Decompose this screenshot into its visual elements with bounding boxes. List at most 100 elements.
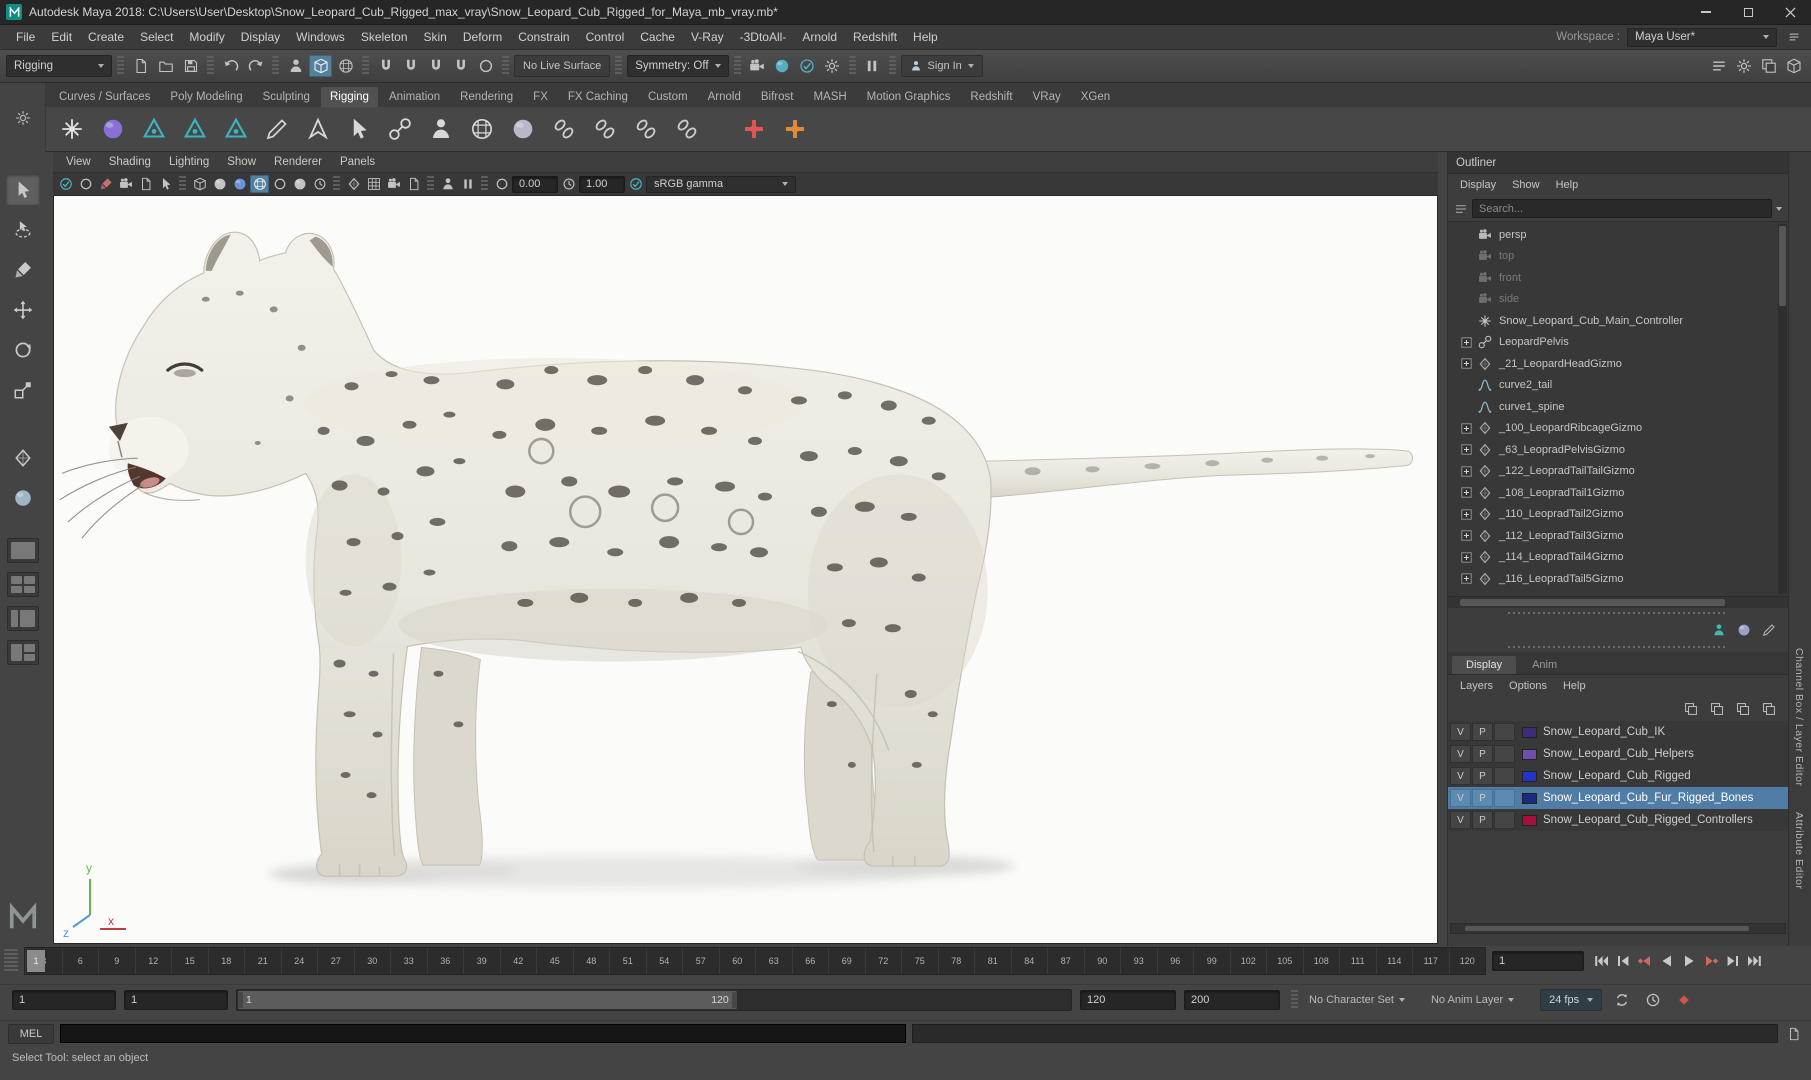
toolbar-group-collapse[interactable] [615,56,623,76]
range-end-handle[interactable] [731,991,737,1008]
scale-tool[interactable] [6,374,40,405]
layout-two-pane-button[interactable] [7,606,39,631]
toolbar-group-collapse[interactable] [207,56,214,76]
command-result-field[interactable] [912,1024,1778,1043]
snap-to-point-icon[interactable] [424,55,447,77]
menu-skeleton[interactable]: Skeleton [353,25,416,49]
use-all-lights-icon[interactable] [250,175,269,193]
soft-modification-tool[interactable] [6,482,40,513]
edit-pencil-icon[interactable] [1759,621,1778,639]
create-locator-icon[interactable] [54,111,90,147]
step-forward-frame-button[interactable] [1722,950,1744,972]
insert-joint-icon[interactable] [259,111,295,147]
play-forwards-button[interactable] [1678,950,1700,972]
layer-playback-toggle[interactable]: P [1472,745,1493,763]
lasso-tool[interactable] [6,214,40,245]
outliner-item-side[interactable]: side [1448,289,1788,311]
viewport-menu-lighting[interactable]: Lighting [160,156,218,168]
menu-edit[interactable]: Edit [43,25,80,49]
outliner-list-icon[interactable] [1454,202,1468,216]
snap-to-curve-icon[interactable] [399,55,422,77]
layer-visibility-toggle[interactable]: V [1450,811,1471,829]
ipr-render-icon[interactable] [771,55,794,77]
current-time-marker[interactable]: 1 [27,950,45,972]
layer-visibility-toggle[interactable]: V [1450,723,1471,741]
viewport-menu-show[interactable]: Show [218,156,265,168]
toolbar-group-collapse[interactable] [362,56,369,76]
layer-row-ik[interactable]: V P Snow_Leopard_Cub_IK [1448,721,1788,743]
layer-menu-options[interactable]: Options [1501,680,1555,692]
animation-end-field[interactable]: 200 [1184,989,1280,1010]
shelf-tab-motion-graphics[interactable]: Motion Graphics [858,87,960,107]
expand-toggle-icon[interactable] [1460,486,1473,499]
expand-toggle-icon[interactable] [1460,529,1473,542]
layer-menu-layers[interactable]: Layers [1452,680,1501,692]
channel-box-toggle-icon[interactable] [1757,55,1780,77]
playback-end-field[interactable]: 120 [1080,989,1176,1010]
layer-playback-toggle[interactable]: P [1472,789,1493,807]
go-to-start-button[interactable] [1590,950,1612,972]
layer-visibility-toggle[interactable]: V [1450,767,1471,785]
exposure-field[interactable]: 0.00 [512,175,558,193]
menu-windows[interactable]: Windows [288,25,353,49]
layer-display-type-cell[interactable] [1494,811,1515,829]
isolate-select-icon[interactable] [344,175,363,193]
menu-set-dropdown[interactable]: Rigging [6,55,112,77]
smooth-bind-icon[interactable] [95,111,131,147]
layer-color-swatch[interactable] [1522,770,1537,782]
outliner-item-tail4-gizmo[interactable]: _114_LeopradTail4Gizmo [1448,547,1788,569]
workspace-dropdown[interactable]: Maya User* [1627,27,1777,47]
tool-settings-toggle-icon[interactable] [1732,55,1755,77]
select-hierarchy-icon[interactable] [284,55,307,77]
shaded-icon[interactable] [210,175,229,193]
outliner-item-leopard-pelvis[interactable]: LeopardPelvis [1448,332,1788,354]
humanik-icon[interactable] [1709,621,1728,639]
command-language-toggle[interactable]: MEL [8,1023,54,1044]
layer-display-type-cell[interactable] [1494,789,1515,807]
bookmarks-icon[interactable] [116,175,135,193]
ik-handle-icon[interactable] [300,111,336,147]
play-backwards-button[interactable] [1656,950,1678,972]
rotate-tool[interactable] [6,334,40,365]
time-slider[interactable]: 1 36912151821242730 33363942454851545760… [24,947,1486,975]
outliner-item-head-gizmo[interactable]: _21_LeopardHeadGizmo [1448,353,1788,375]
character-set-selector[interactable]: No Character Set [1309,994,1405,1006]
outliner-item-curve2-tail[interactable]: curve2_tail [1448,375,1788,397]
layer-color-swatch[interactable] [1522,726,1537,738]
toolbar-group-collapse[interactable] [888,56,896,76]
minimize-button[interactable] [1685,0,1727,24]
shelf-tab-redshift[interactable]: Redshift [961,87,1021,107]
select-component-icon[interactable] [334,55,357,77]
outliner-item-front[interactable]: front [1448,267,1788,289]
layer-display-type-cell[interactable] [1494,767,1515,785]
outliner-item-tail2-gizmo[interactable]: _110_LeopradTail2Gizmo [1448,504,1788,526]
resolution-gate-icon[interactable] [384,175,403,193]
shelf-tab-vray[interactable]: VRay [1024,87,1070,107]
wireframe-icon[interactable] [190,175,209,193]
outliner-item-main-controller[interactable]: Snow_Leopard_Cub_Main_Controller [1448,310,1788,332]
timeline-drag-handle[interactable] [4,949,18,973]
shaded-sphere-icon[interactable] [1734,621,1753,639]
toolbar-group-collapse[interactable] [848,56,856,76]
gate-mask-icon[interactable] [404,175,423,193]
anim-layer-selector[interactable]: No Anim Layer [1431,994,1515,1006]
image-plane-icon[interactable] [136,175,155,193]
quick-rig-icon[interactable] [341,111,377,147]
lock-camera-icon[interactable] [76,175,95,193]
menu-skin[interactable]: Skin [416,25,455,49]
toolbar-group-collapse[interactable] [502,56,509,76]
shadows-icon[interactable] [270,175,289,193]
shelf-tab-curves-surfaces[interactable]: Curves / Surfaces [50,87,159,107]
current-time-field[interactable]: 1 [1492,951,1584,971]
menu-create[interactable]: Create [80,25,132,49]
expand-toggle-icon[interactable] [1460,508,1473,521]
menu-modify[interactable]: Modify [181,25,232,49]
outliner-menu-display[interactable]: Display [1452,179,1504,191]
shelf-tab-rigging[interactable]: Rigging [320,87,378,107]
snow-leopard-model[interactable] [54,196,1437,943]
viewport-menu-shading[interactable]: Shading [100,156,160,168]
layer-playback-toggle[interactable]: P [1472,723,1493,741]
toolbar-group-collapse[interactable] [333,176,340,192]
panel-separator-handle[interactable] [1448,642,1788,652]
layout-single-pane-button[interactable] [7,538,39,563]
